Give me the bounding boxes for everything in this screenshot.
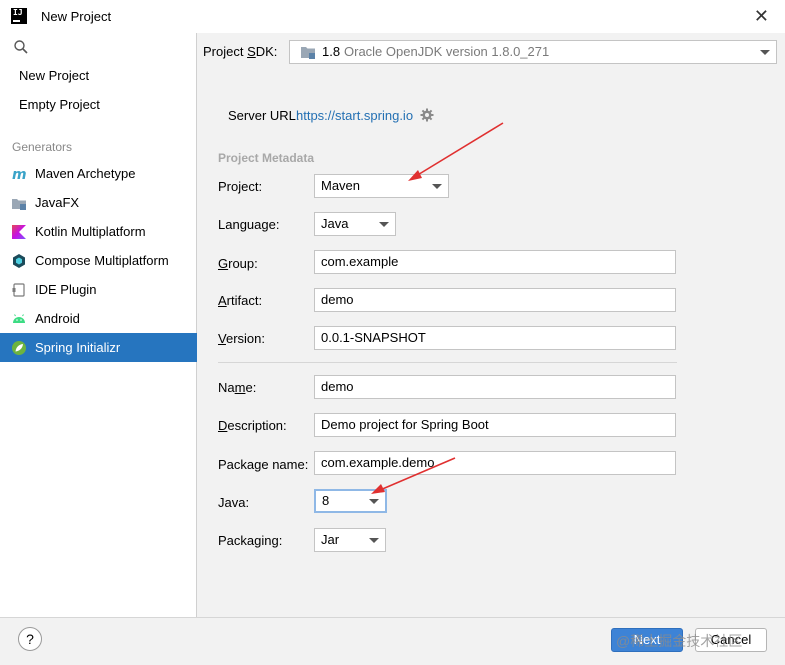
chevron-down-icon <box>369 538 379 543</box>
spring-icon <box>12 341 26 355</box>
android-icon <box>13 314 25 323</box>
chevron-down-icon <box>379 222 389 227</box>
gear-icon[interactable] <box>420 108 434 122</box>
package-name-label: Package name: <box>218 457 309 472</box>
sidebar-item-label: New Project <box>19 68 90 83</box>
mnemonic: G <box>218 256 229 271</box>
title-bar: IJ New Project ✕ <box>0 0 785 33</box>
section-divider <box>218 362 677 363</box>
sidebar-item-spring-initializr[interactable]: Spring Initializr <box>0 333 197 362</box>
app-icon-text: IJ <box>13 8 23 17</box>
mnemonic: D <box>218 418 228 433</box>
settings-panel: Project SDK: 1.8 Oracle OpenJDK version … <box>198 33 785 617</box>
project-type-select[interactable]: Maven <box>314 174 449 198</box>
sidebar-item-javafx[interactable]: JavaFX <box>0 188 197 217</box>
project-type-value: Maven <box>321 178 361 193</box>
packaging-select[interactable]: Jar <box>314 528 386 552</box>
server-url-label: Server URL: <box>228 108 300 123</box>
name-input[interactable]: demo <box>314 375 676 399</box>
label-part: rtifact: <box>226 293 263 308</box>
mnemonic: m <box>234 380 246 395</box>
sidebar-item-label: Maven Archetype <box>35 166 136 181</box>
language-select[interactable]: Java <box>314 212 396 236</box>
sidebar-item-empty-project[interactable]: Empty Project <box>0 90 197 119</box>
java-version-value: 8 <box>322 493 330 508</box>
sidebar-item-label: IDE Plugin <box>35 282 97 297</box>
javafx-folder-icon <box>12 199 26 210</box>
label-part: Na <box>218 380 235 395</box>
java-label: Java: <box>218 495 250 510</box>
language-value: Java <box>321 216 349 231</box>
generators-heading: Generators <box>12 140 73 154</box>
mnemonic: S <box>247 44 256 59</box>
jdk-folder-icon <box>301 47 315 59</box>
plugin-icon <box>12 283 25 297</box>
sidebar-item-compose-multiplatform[interactable]: Compose Multiplatform <box>0 246 197 275</box>
compose-icon <box>13 254 25 268</box>
label-part: DK: <box>255 44 278 59</box>
svg-text:m: m <box>12 167 27 182</box>
dialog-footer: ? Next Cancel @稀土掘金技术社区 <box>0 617 785 665</box>
close-icon[interactable]: ✕ <box>754 6 769 27</box>
sidebar-item-android[interactable]: Android <box>0 304 197 333</box>
sidebar-search[interactable] <box>0 33 197 61</box>
sidebar-item-label: Android <box>35 311 80 326</box>
sidebar-item-label: Kotlin Multiplatform <box>35 224 146 239</box>
description-label: Description: <box>218 418 287 433</box>
java-version-select[interactable]: 8 <box>314 489 387 513</box>
sdk-detail: Oracle OpenJDK version 1.8.0_271 <box>344 44 550 59</box>
new-project-dialog: IJ New Project ✕ New Project Empty Proje… <box>0 0 785 665</box>
cancel-button[interactable]: Cancel <box>695 628 767 652</box>
label-part: roup: <box>228 256 258 271</box>
label-part: ersion: <box>225 331 265 346</box>
mnemonic: A <box>218 293 227 308</box>
group-input[interactable]: com.example <box>314 250 676 274</box>
help-button[interactable]: ? <box>18 627 42 651</box>
maven-icon: m <box>12 167 27 182</box>
intellij-app-icon: IJ <box>11 8 27 24</box>
language-label: Language: <box>218 217 280 232</box>
sidebar-item-kotlin-multiplatform[interactable]: Kotlin Multiplatform <box>0 217 197 246</box>
chevron-down-icon <box>760 50 770 55</box>
version-label: Version: <box>218 331 265 346</box>
sidebar-item-label: JavaFX <box>35 195 80 210</box>
window-title: New Project <box>41 9 112 24</box>
artifact-label: Artifact: <box>218 293 262 308</box>
next-button[interactable]: Next <box>611 628 683 652</box>
sdk-version: 1.8 <box>322 44 341 59</box>
sidebar: New Project Empty Project Generators m M… <box>0 33 197 617</box>
packaging-label: Packaging: <box>218 533 283 548</box>
sidebar-item-maven-archetype[interactable]: m Maven Archetype <box>0 159 197 188</box>
sidebar-item-label: Compose Multiplatform <box>35 253 169 268</box>
sidebar-item-ide-plugin[interactable]: IDE Plugin <box>0 275 197 304</box>
sidebar-item-new-project[interactable]: New Project <box>0 61 197 90</box>
packaging-value: Jar <box>321 532 340 547</box>
package-name-input[interactable]: com.example.demo <box>314 451 676 475</box>
project-sdk-select[interactable]: 1.8 Oracle OpenJDK version 1.8.0_271 <box>289 40 777 64</box>
name-label: Name: <box>218 380 256 395</box>
project-label: Project: <box>218 179 263 194</box>
server-url-link[interactable]: https://start.spring.io <box>296 108 413 123</box>
version-input[interactable]: 0.0.1-SNAPSHOT <box>314 326 676 350</box>
mnemonic: V <box>218 331 226 346</box>
label-part: e: <box>245 380 257 395</box>
description-input[interactable]: Demo project for Spring Boot <box>314 413 676 437</box>
group-label: Group: <box>218 256 258 271</box>
project-metadata-heading: Project Metadata <box>218 151 315 165</box>
label-part: Project <box>203 44 248 59</box>
chevron-down-icon <box>369 499 379 504</box>
sidebar-item-label: Spring Initializr <box>35 340 121 355</box>
chevron-down-icon <box>432 184 442 189</box>
project-sdk-label: Project SDK: <box>203 44 277 59</box>
kotlin-icon <box>12 225 26 239</box>
artifact-input[interactable]: demo <box>314 288 676 312</box>
search-icon <box>14 40 28 54</box>
label-part: escription: <box>227 418 287 433</box>
sidebar-item-label: Empty Project <box>19 97 100 112</box>
